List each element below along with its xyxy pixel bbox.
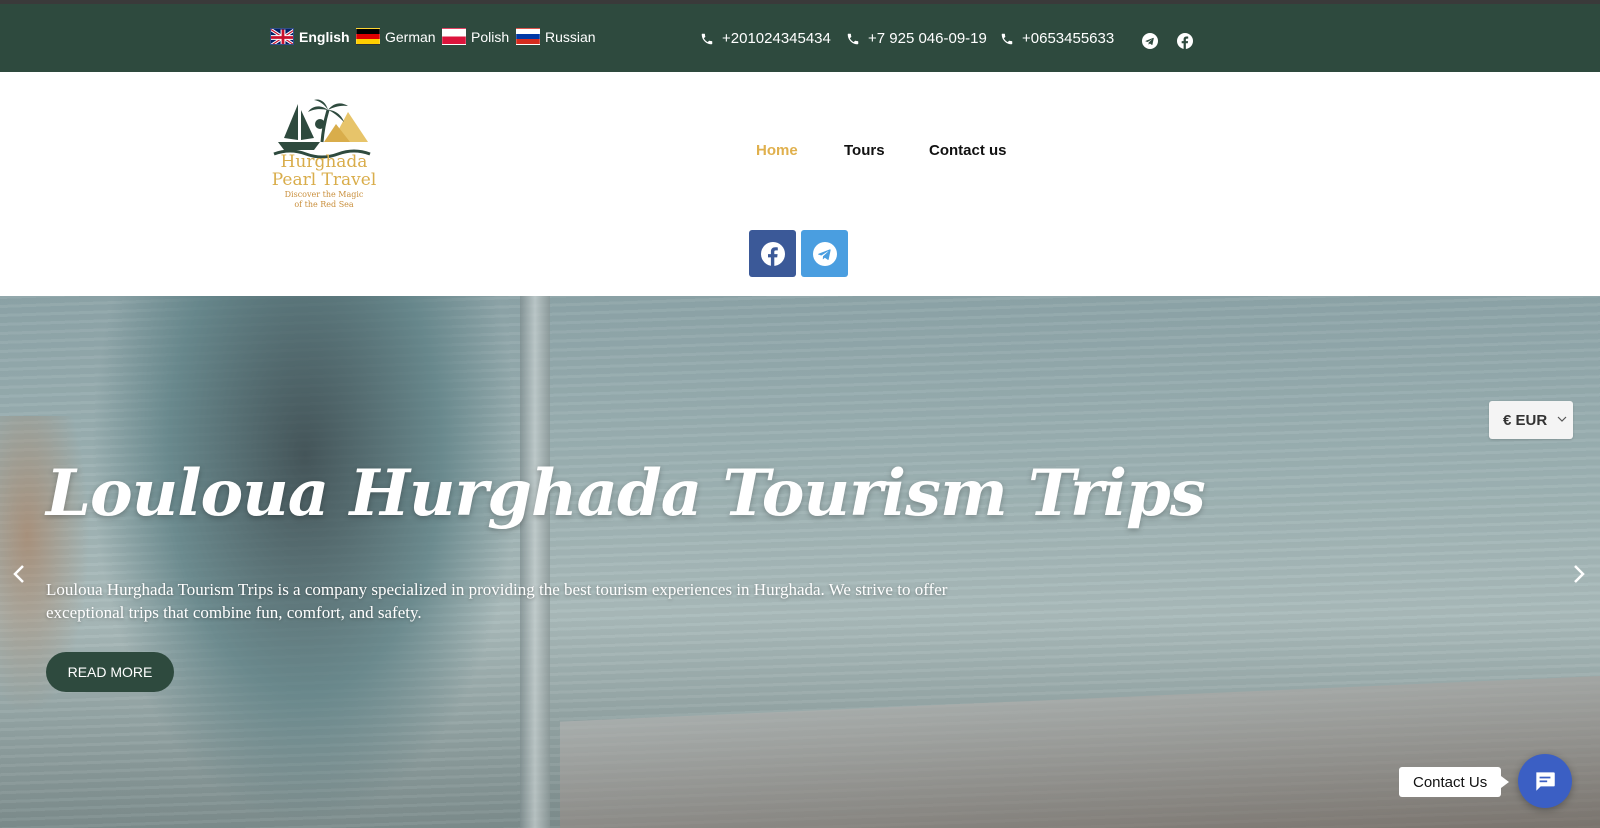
logo-text-line2: Pearl Travel	[272, 170, 377, 190]
phone-number: +0653455633	[1022, 30, 1115, 47]
phone-link-2[interactable]: +7 925 046-09-19	[846, 30, 987, 47]
language-label: German	[385, 28, 436, 45]
language-label: Polish	[471, 28, 510, 45]
language-english[interactable]: English	[270, 28, 350, 45]
germany-flag-icon	[356, 28, 380, 45]
phone-number: +201024345434	[722, 30, 831, 47]
currency-value: € EUR	[1503, 411, 1548, 429]
contact-us-label[interactable]: Contact Us	[1399, 767, 1510, 797]
hero-boat-rail	[520, 296, 550, 828]
top-bar: English German Polish Russian +201024345…	[0, 0, 1600, 72]
language-russian[interactable]: Russian	[516, 28, 596, 45]
hero-description: Louloua Hurghada Tourism Trips is a comp…	[46, 580, 948, 622]
chevron-down-icon	[1557, 416, 1567, 422]
poland-flag-icon	[442, 28, 466, 45]
phone-link-1[interactable]: +201024345434	[700, 30, 831, 47]
facebook-icon	[760, 241, 785, 266]
hero-title: Louloua Hurghada Tourism Trips	[46, 456, 1206, 531]
read-more-button[interactable]: READ MORE	[46, 652, 174, 692]
nav-contact-us[interactable]: Contact us	[929, 142, 1007, 159]
slider-prev-icon[interactable]	[8, 562, 32, 586]
facebook-button[interactable]	[749, 230, 796, 277]
chat-button[interactable]	[1518, 754, 1572, 808]
telegram-button[interactable]	[801, 230, 848, 277]
slider-next-icon[interactable]	[1566, 562, 1590, 586]
logo-tagline1: Discover the Magic	[285, 190, 364, 199]
telegram-icon[interactable]	[1142, 33, 1158, 49]
phone-number: +7 925 046-09-19	[868, 30, 987, 47]
phone-icon	[1001, 33, 1013, 44]
site-header: Hurghada Pearl Travel Discover the Magic…	[0, 72, 1600, 296]
phone-icon	[701, 33, 713, 44]
chat-icon	[1536, 772, 1555, 791]
language-label: English	[299, 28, 350, 45]
phone-icon	[847, 33, 859, 44]
telegram-icon	[812, 241, 837, 266]
logo-text-line1: Hurghada	[281, 152, 368, 172]
language-label: Russian	[545, 28, 596, 45]
hero-slider: Louloua Hurghada Tourism Trips Louloua H…	[0, 296, 1600, 828]
nav-tours[interactable]: Tours	[844, 142, 885, 159]
phone-link-3[interactable]: +0653455633	[1000, 30, 1114, 47]
nav-home[interactable]: Home	[756, 142, 798, 159]
hero-person-silhouette	[90, 296, 520, 828]
currency-select[interactable]: € EUR	[1489, 401, 1573, 439]
uk-flag-icon	[270, 28, 294, 45]
logo-tagline2: of the Red Sea	[294, 200, 354, 209]
language-polish[interactable]: Polish	[442, 28, 509, 45]
language-german[interactable]: German	[356, 28, 436, 45]
facebook-icon[interactable]	[1177, 33, 1193, 49]
russia-flag-icon	[516, 28, 540, 45]
site-logo[interactable]: Hurghada Pearl Travel Discover the Magic…	[270, 90, 378, 220]
